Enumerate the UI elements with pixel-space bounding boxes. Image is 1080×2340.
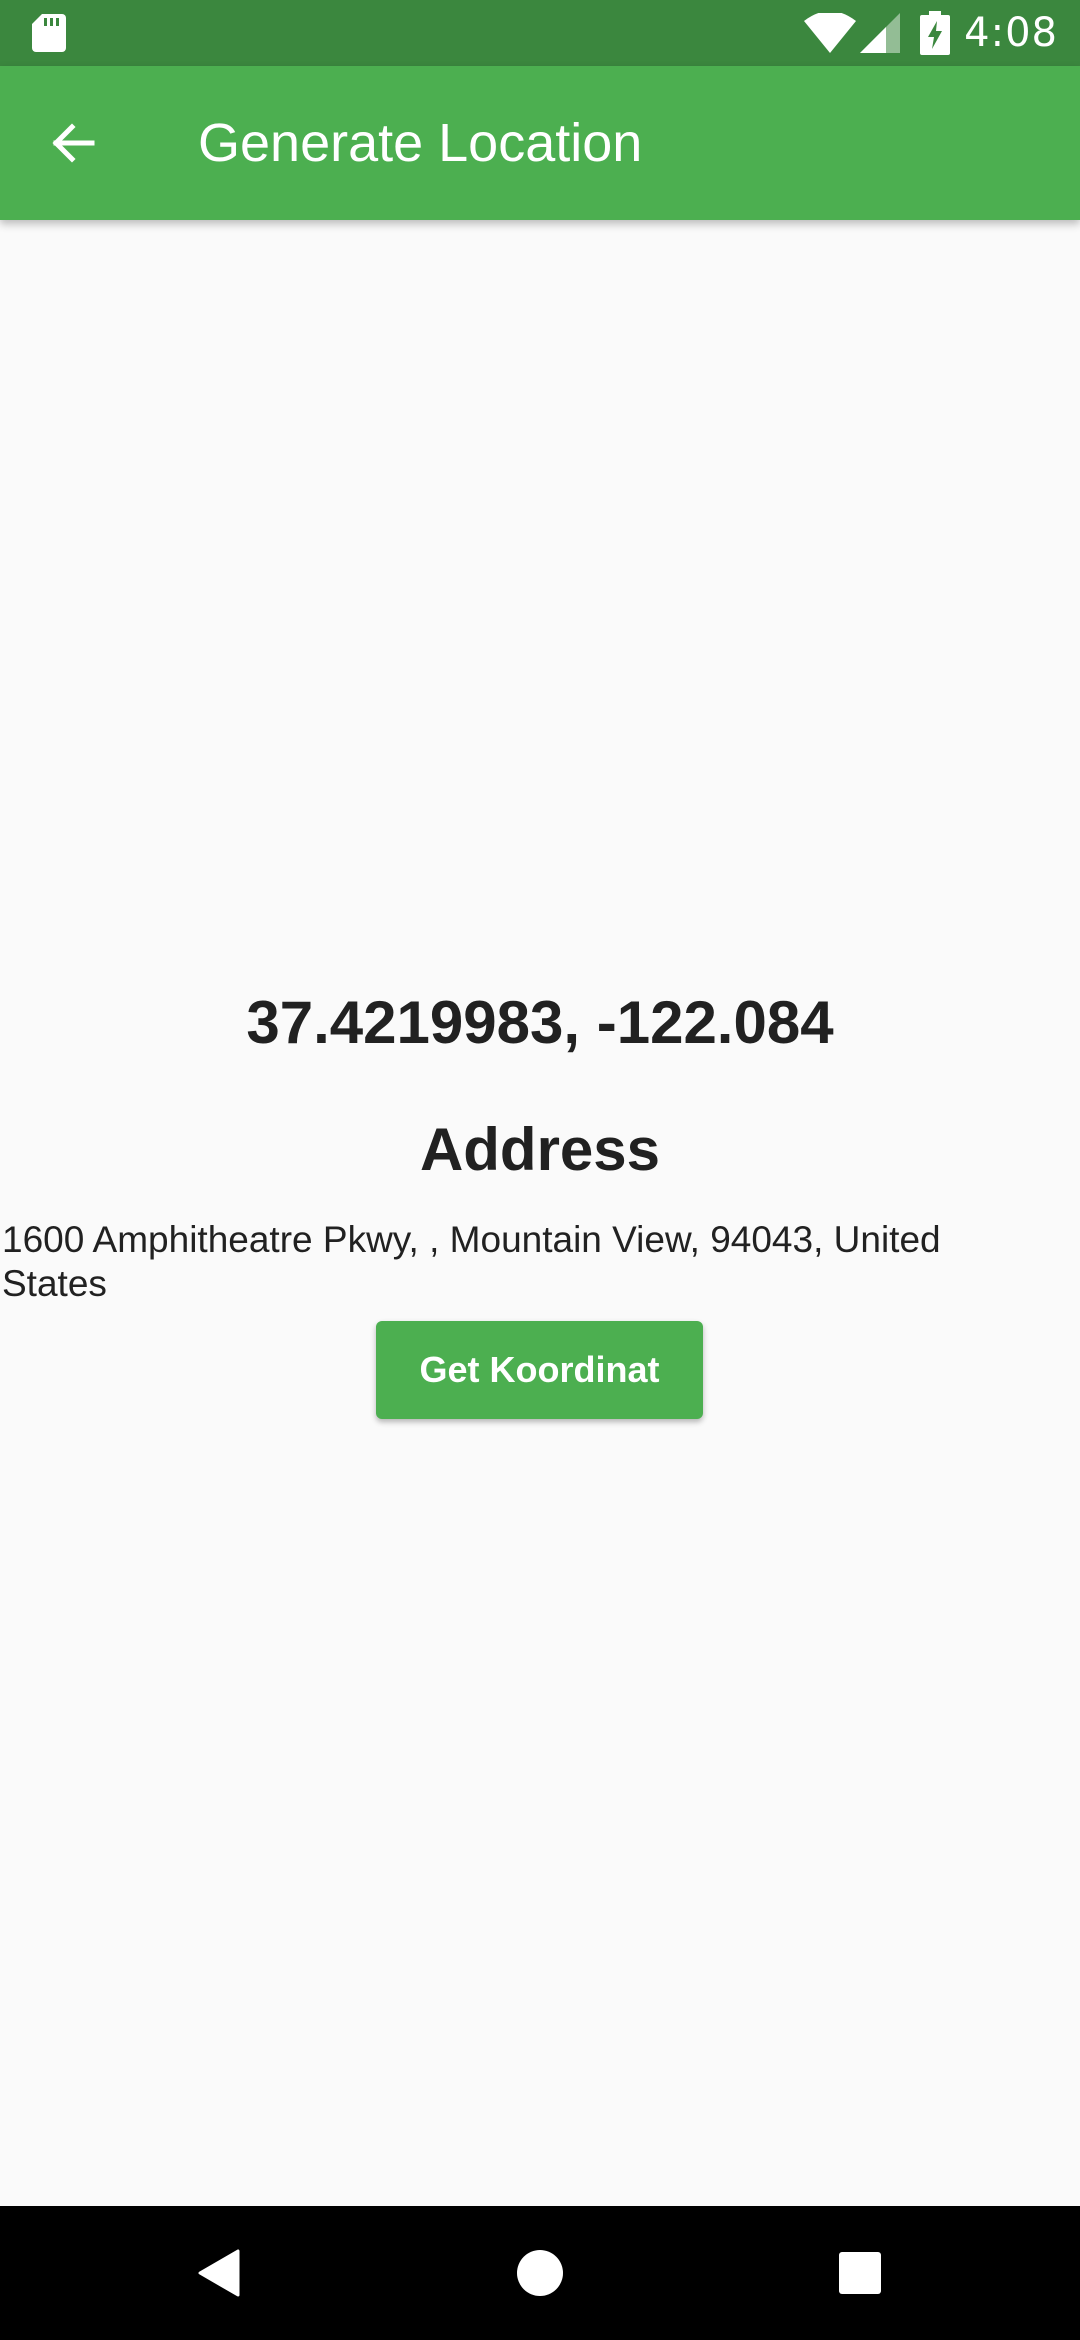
nav-home-button[interactable] xyxy=(500,2233,580,2313)
app-bar: Generate Location xyxy=(0,66,1080,220)
main-content: 37.4219983, -122.084 Address 1600 Amphit… xyxy=(0,220,1080,2206)
back-button[interactable] xyxy=(36,107,108,179)
navigation-bar xyxy=(0,2206,1080,2340)
nav-back-icon xyxy=(198,2249,240,2297)
status-time: 4:08 xyxy=(964,10,1058,56)
coordinates-text: 37.4219983, -122.084 xyxy=(246,989,834,1056)
wifi-icon xyxy=(804,13,857,53)
status-icons: 4:08 xyxy=(804,0,1058,66)
address-text: 1600 Amphitheatre Pkwy, , Mountain View,… xyxy=(2,1219,941,1304)
sd-card-icon xyxy=(32,14,66,52)
page-title: Generate Location xyxy=(198,113,643,173)
get-coordinates-button[interactable]: Get Koordinat xyxy=(376,1321,703,1419)
nav-recents-icon xyxy=(839,2252,881,2294)
address-heading: Address xyxy=(419,1116,661,1183)
nav-recents-button[interactable] xyxy=(820,2233,900,2313)
nav-home-icon xyxy=(517,2250,563,2296)
signal-icon xyxy=(860,13,901,53)
status-bar: 4:08 xyxy=(0,0,1080,66)
battery-charging-icon xyxy=(920,11,951,55)
arrow-back-icon xyxy=(52,123,95,163)
nav-back-button[interactable] xyxy=(180,2233,260,2313)
screen: 4:08 Generate Location 37.4219983, -122.… xyxy=(0,0,1080,2340)
